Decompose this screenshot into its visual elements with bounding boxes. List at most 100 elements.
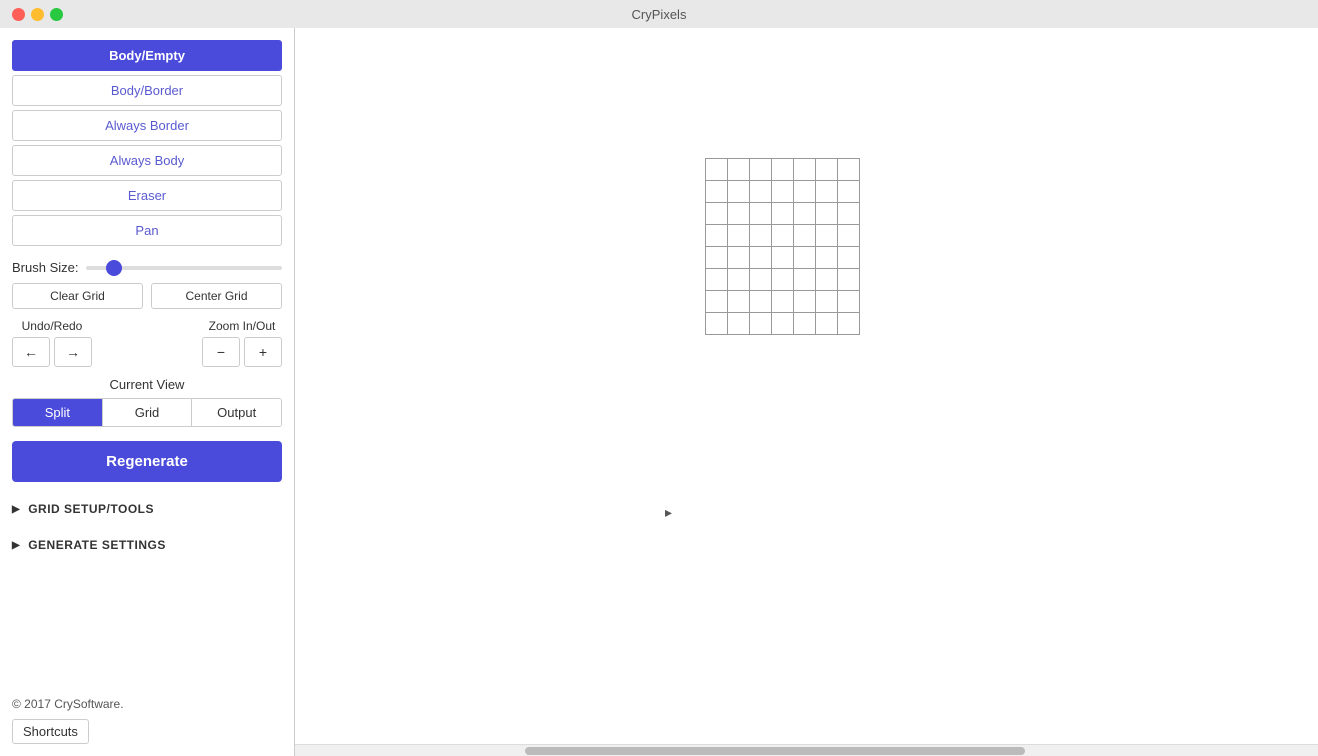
grid-cell[interactable] xyxy=(750,247,772,269)
grid-setup-label: GRID SETUP/TOOLS xyxy=(28,502,154,516)
horizontal-scrollbar[interactable] xyxy=(295,744,1318,756)
grid-cell[interactable] xyxy=(772,269,794,291)
grid-cell[interactable] xyxy=(750,313,772,335)
close-button[interactable] xyxy=(12,8,25,21)
grid-cell[interactable] xyxy=(838,225,860,247)
grid-cell[interactable] xyxy=(838,269,860,291)
grid-cell[interactable] xyxy=(838,203,860,225)
grid-cell[interactable] xyxy=(816,247,838,269)
grid-cell[interactable] xyxy=(706,247,728,269)
brush-size-slider[interactable] xyxy=(86,266,282,270)
grid-cell[interactable] xyxy=(750,291,772,313)
grid-cell[interactable] xyxy=(794,313,816,335)
grid-cell[interactable] xyxy=(728,269,750,291)
grid-cell[interactable] xyxy=(750,159,772,181)
center-grid-button[interactable]: Center Grid xyxy=(151,283,282,309)
undo-redo-label: Undo/Redo xyxy=(22,319,83,333)
tab-output[interactable]: Output xyxy=(192,399,281,426)
clear-grid-button[interactable]: Clear Grid xyxy=(12,283,143,309)
undo-redo-buttons: ← → xyxy=(12,337,92,367)
maximize-button[interactable] xyxy=(50,8,63,21)
grid-cell[interactable] xyxy=(728,247,750,269)
grid-cell[interactable] xyxy=(794,203,816,225)
grid-table xyxy=(705,158,860,335)
grid-cell[interactable] xyxy=(750,269,772,291)
grid-cell[interactable] xyxy=(838,181,860,203)
tool-body-border[interactable]: Body/Border xyxy=(12,75,282,106)
grid-setup-section: ▶ GRID SETUP/TOOLS xyxy=(12,496,282,522)
grid-cell[interactable] xyxy=(750,203,772,225)
grid-cell[interactable] xyxy=(816,203,838,225)
tool-always-body[interactable]: Always Body xyxy=(12,145,282,176)
grid-cell[interactable] xyxy=(772,247,794,269)
zoom-buttons: − + xyxy=(202,337,282,367)
grid-cell[interactable] xyxy=(838,313,860,335)
grid-cell[interactable] xyxy=(706,159,728,181)
grid-cell[interactable] xyxy=(728,291,750,313)
zoom-in-button[interactable]: + xyxy=(244,337,282,367)
grid-cell[interactable] xyxy=(772,181,794,203)
tab-split[interactable]: Split xyxy=(13,399,103,426)
grid-buttons-row: Clear Grid Center Grid xyxy=(12,283,282,309)
cursor: ▸ xyxy=(665,504,673,514)
generate-settings-label: GENERATE SETTINGS xyxy=(28,538,166,552)
grid-cell[interactable] xyxy=(706,291,728,313)
grid-cell[interactable] xyxy=(772,225,794,247)
grid-cell[interactable] xyxy=(728,203,750,225)
grid-cell[interactable] xyxy=(794,247,816,269)
tool-always-border[interactable]: Always Border xyxy=(12,110,282,141)
grid-cell[interactable] xyxy=(772,159,794,181)
grid-cell[interactable] xyxy=(706,181,728,203)
grid-cell[interactable] xyxy=(838,159,860,181)
grid-cell[interactable] xyxy=(772,203,794,225)
current-view-label: Current View xyxy=(12,377,282,392)
title-bar: CryPixels xyxy=(0,0,1318,28)
grid-cell[interactable] xyxy=(772,291,794,313)
grid-cell[interactable] xyxy=(816,181,838,203)
grid-cell[interactable] xyxy=(728,313,750,335)
grid-cell[interactable] xyxy=(816,269,838,291)
undo-zoom-section: Undo/Redo ← → Zoom In/Out − + xyxy=(12,319,282,367)
grid-cell[interactable] xyxy=(794,269,816,291)
grid-cell[interactable] xyxy=(750,181,772,203)
grid-cell[interactable] xyxy=(706,313,728,335)
grid-cell[interactable] xyxy=(794,291,816,313)
grid-cell[interactable] xyxy=(706,269,728,291)
grid-cell[interactable] xyxy=(728,181,750,203)
minimize-button[interactable] xyxy=(31,8,44,21)
undo-button[interactable]: ← xyxy=(12,337,50,367)
scrollbar-thumb xyxy=(525,747,1025,755)
grid-cell[interactable] xyxy=(706,203,728,225)
grid-cell[interactable] xyxy=(816,313,838,335)
main-area: ▸ xyxy=(295,28,1318,756)
grid-cell[interactable] xyxy=(838,247,860,269)
grid-cell[interactable] xyxy=(816,291,838,313)
grid-cell[interactable] xyxy=(772,313,794,335)
tool-pan[interactable]: Pan xyxy=(12,215,282,246)
window-controls xyxy=(12,8,63,21)
grid-cell[interactable] xyxy=(794,159,816,181)
grid-cell[interactable] xyxy=(838,291,860,313)
shortcuts-button[interactable]: Shortcuts xyxy=(12,719,89,744)
tab-grid[interactable]: Grid xyxy=(103,399,193,426)
copyright-text: © 2017 CrySoftware. xyxy=(12,697,282,711)
zoom-out-button[interactable]: − xyxy=(202,337,240,367)
generate-settings-chevron-icon: ▶ xyxy=(12,540,20,551)
grid-cell[interactable] xyxy=(816,159,838,181)
tool-eraser[interactable]: Eraser xyxy=(12,180,282,211)
grid-cell[interactable] xyxy=(706,225,728,247)
generate-settings-header[interactable]: ▶ GENERATE SETTINGS xyxy=(12,532,282,558)
brush-size-label: Brush Size: xyxy=(12,260,78,275)
canvas-area[interactable]: ▸ xyxy=(295,28,1318,744)
regenerate-button[interactable]: Regenerate xyxy=(12,441,282,482)
grid-cell[interactable] xyxy=(728,159,750,181)
grid-cell[interactable] xyxy=(728,225,750,247)
grid-cell[interactable] xyxy=(750,225,772,247)
grid-setup-header[interactable]: ▶ GRID SETUP/TOOLS xyxy=(12,496,282,522)
tool-body-empty[interactable]: Body/Empty xyxy=(12,40,282,71)
grid-cell[interactable] xyxy=(794,181,816,203)
redo-button[interactable]: → xyxy=(54,337,92,367)
grid-cell[interactable] xyxy=(816,225,838,247)
view-tabs: Split Grid Output xyxy=(12,398,282,427)
grid-cell[interactable] xyxy=(794,225,816,247)
